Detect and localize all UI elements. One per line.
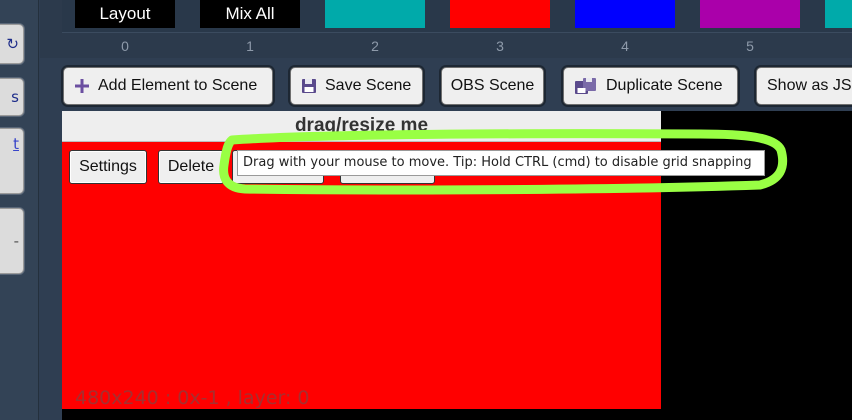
show-as-json-label: Show as JS <box>767 77 852 94</box>
save-scene-button[interactable]: Save Scene <box>290 67 423 105</box>
scene-tile-4[interactable] <box>575 0 675 28</box>
scene-tile-mix-all[interactable]: Mix All <box>200 0 300 28</box>
add-element-label: Add Element to Scene <box>98 77 258 94</box>
show-as-json-button[interactable]: Show as JS <box>756 67 852 105</box>
sidebar-settings-button[interactable]: s <box>0 78 24 116</box>
scene-number-5: 5 <box>746 38 754 54</box>
sidebar-link-label[interactable]: t <box>13 135 19 153</box>
element-delete-button[interactable]: Delete <box>158 150 224 184</box>
scene-tile-layout[interactable]: Layout <box>75 0 175 28</box>
plus-icon <box>74 78 90 94</box>
floppy-disk-icon <box>301 78 317 94</box>
refresh-icon: ↻ <box>6 35 19 53</box>
settings-icon: s <box>11 88 19 106</box>
sidebar-refresh-button[interactable]: ↻ <box>0 24 24 64</box>
dash-icon: - <box>13 232 19 250</box>
scene-tile-2[interactable] <box>325 0 425 28</box>
sidebar-link-button[interactable]: t <box>0 128 24 194</box>
scene-number-0: 0 <box>121 38 129 54</box>
left-sidebar: ↻ s t - <box>0 0 39 420</box>
obs-scene-button[interactable]: OBS Scene <box>441 67 544 105</box>
element-drag-handle[interactable]: drag/resize me <box>62 111 661 142</box>
sidebar-extra-button[interactable]: - <box>0 208 24 274</box>
scene-number-2: 2 <box>371 38 379 54</box>
scene-number-1: 1 <box>246 38 254 54</box>
scene-tile-3[interactable] <box>450 0 550 28</box>
scene-number-4: 4 <box>621 38 629 54</box>
duplicate-scene-label: Duplicate Scene <box>606 77 723 94</box>
drag-tooltip: Drag with your mouse to move. Tip: Hold … <box>237 150 765 176</box>
scene-tile-5[interactable] <box>700 0 800 28</box>
element-info-text: 480x240 : 0x-1 , layer: 0 <box>75 387 310 409</box>
duplicate-scene-button[interactable]: Duplicate Scene <box>563 67 738 105</box>
save-scene-label: Save Scene <box>325 77 412 94</box>
scene-tile-6[interactable] <box>825 0 852 28</box>
obs-scene-label: OBS Scene <box>450 77 535 94</box>
scene-number-3: 3 <box>496 38 504 54</box>
duplicate-floppy-icon <box>574 77 598 95</box>
element-settings-button[interactable]: Settings <box>69 150 147 184</box>
add-element-button[interactable]: Add Element to Scene <box>63 67 273 105</box>
